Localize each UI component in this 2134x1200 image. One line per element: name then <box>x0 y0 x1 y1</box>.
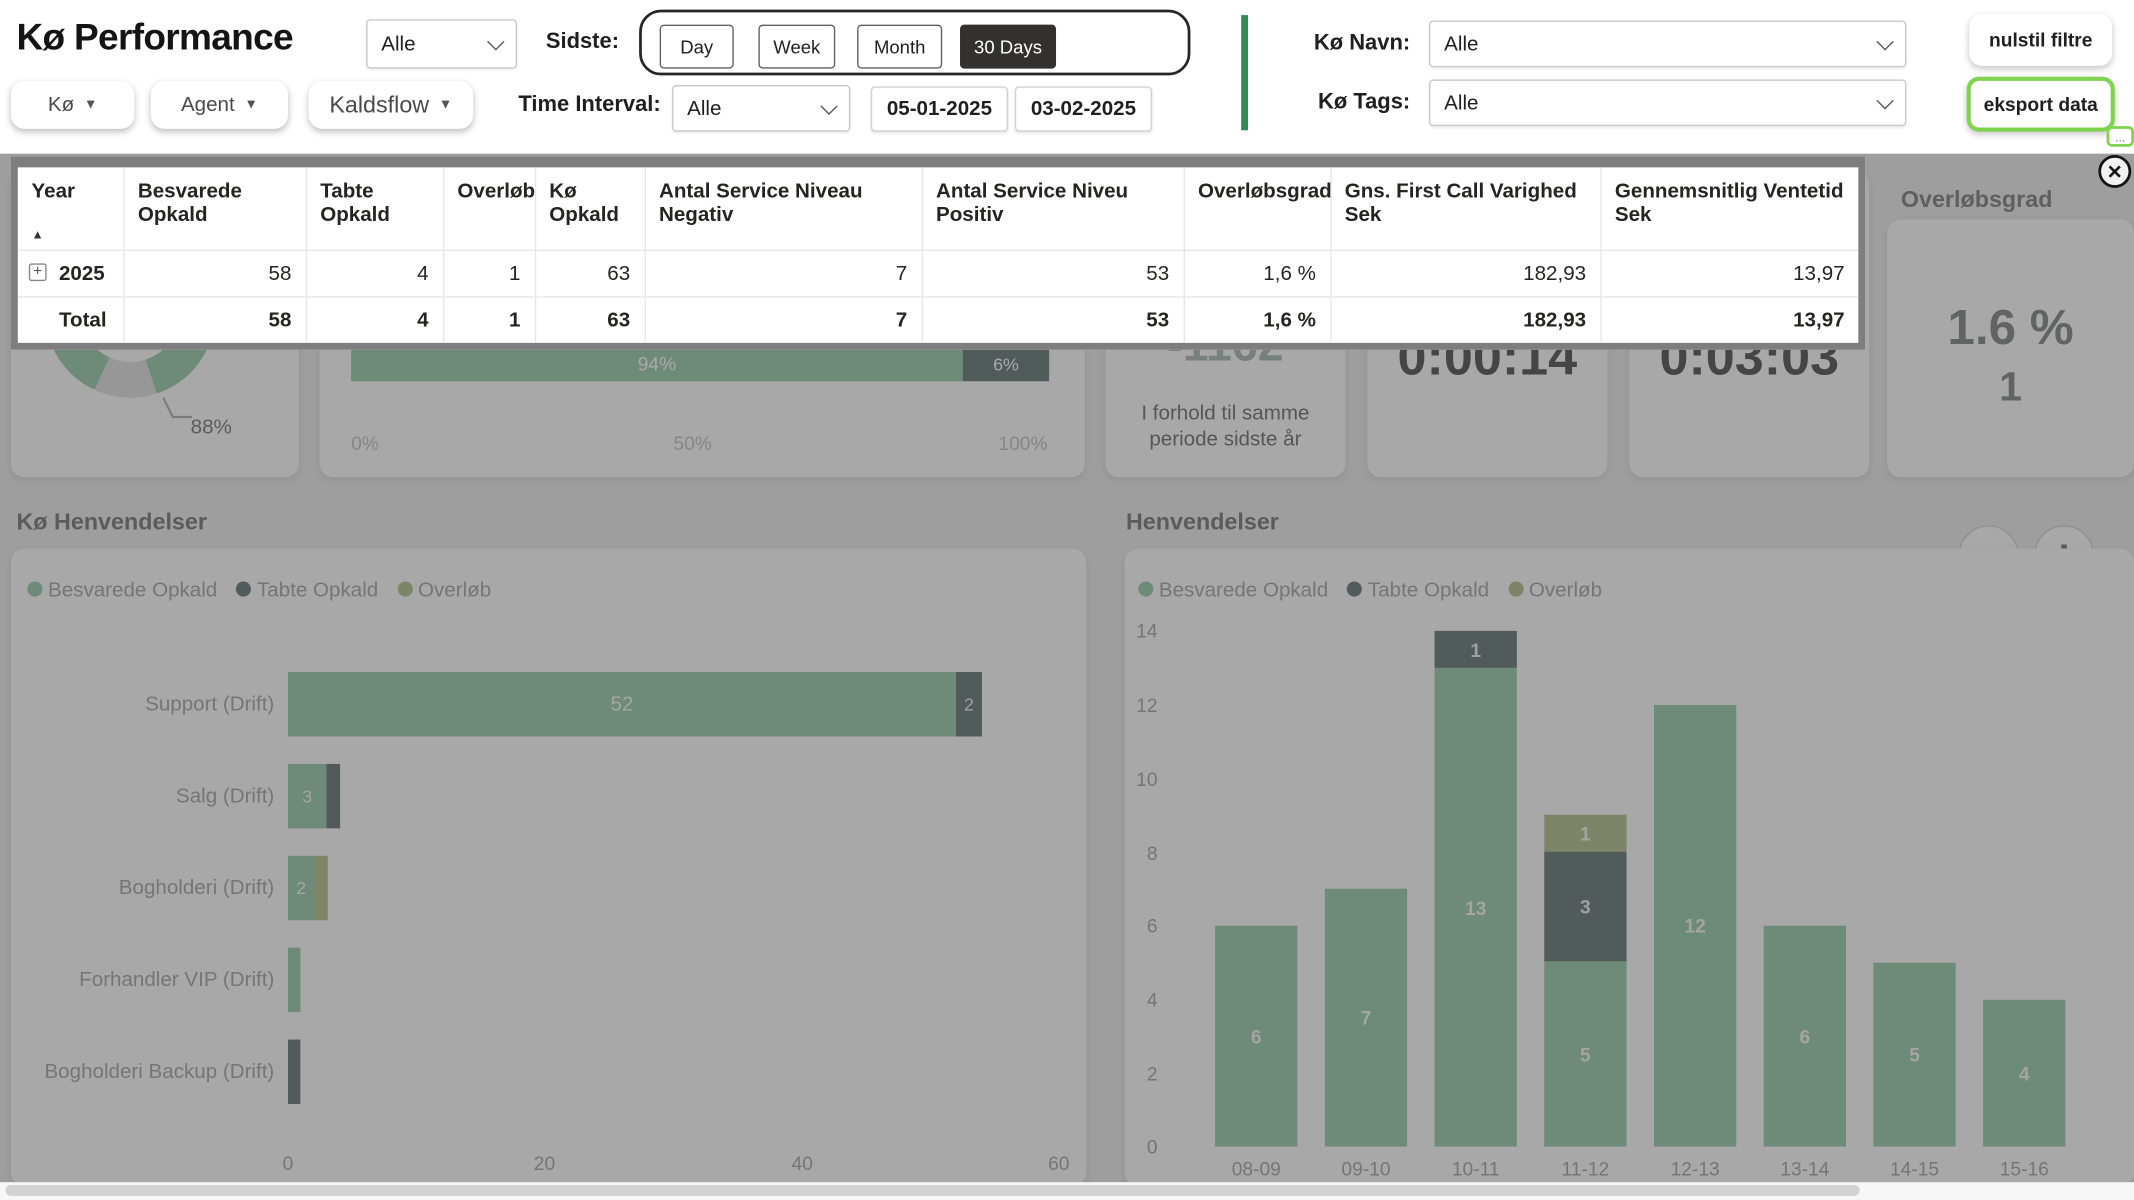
select-value: Alle <box>1444 32 1478 55</box>
cell: 4 <box>306 250 443 297</box>
cell: 182,93 <box>1330 296 1600 343</box>
period-day-button[interactable]: Day <box>660 25 734 69</box>
chevron-down-icon <box>487 32 504 49</box>
expand-icon[interactable]: + <box>29 263 47 281</box>
select-value: Alle <box>1444 91 1478 114</box>
ko-tags-label: Kø Tags: <box>1318 91 1410 116</box>
column-header-year[interactable]: Year ▲ <box>18 167 124 249</box>
column-header-ko-opkald[interactable]: Kø Opkald <box>535 167 645 249</box>
column-header-tabte[interactable]: Tabte Opkald <box>306 167 443 249</box>
cell: 7 <box>645 250 922 297</box>
header-label: Year <box>32 180 75 203</box>
dashboard-root: 88% 94% 6% 0% 50% 100% -1162 I forhold t… <box>0 0 2134 1200</box>
cell: 7 <box>645 296 922 343</box>
cell: 53 <box>922 250 1184 297</box>
cell: 1 <box>443 296 535 343</box>
table-popup: Year ▲ Besvarede Opkald Tabte Opkald Over… <box>11 156 1865 349</box>
select-value: Alle <box>381 32 415 55</box>
cell: 1 <box>443 250 535 297</box>
cell: 63 <box>535 296 645 343</box>
header: Kø Performance Alle Sidste: Day Week Mon… <box>0 0 2134 154</box>
header-divider <box>1241 15 1248 130</box>
column-header-overlob[interactable]: Overløb <box>443 167 535 249</box>
pill-label: Kø <box>48 93 74 116</box>
performance-table: Year ▲ Besvarede Opkald Tabte Opkald Over… <box>18 167 1858 343</box>
cell: 63 <box>535 250 645 297</box>
ko-tags-select[interactable]: Alle <box>1429 80 1906 127</box>
more-options-button[interactable]: ... <box>2107 126 2134 147</box>
dropdown-arrow-icon: ▼ <box>84 97 98 112</box>
column-header-service-positiv[interactable]: Antal Service Niveu Positiv <box>922 167 1184 249</box>
global-filter-select[interactable]: Alle <box>366 19 517 68</box>
ko-navn-label: Kø Navn: <box>1314 32 1410 57</box>
cell: 1,6 % <box>1184 296 1331 343</box>
time-interval-label: Time Interval: <box>518 93 660 118</box>
page-title: Kø Performance <box>16 16 292 59</box>
date-from-input[interactable]: 05-01-2025 <box>871 86 1008 131</box>
table-row-2025[interactable]: +2025 58 4 1 63 7 53 1,6 % 182,93 13,97 <box>18 250 1858 297</box>
cell: 13,97 <box>1600 296 1858 343</box>
ko-navn-select[interactable]: Alle <box>1429 21 1906 68</box>
chevron-down-icon <box>820 97 837 114</box>
kaldsflow-filter-pill[interactable]: Kaldsflow ▼ <box>309 81 474 129</box>
period-week-button[interactable]: Week <box>758 25 835 69</box>
cell: 58 <box>123 296 305 343</box>
column-header-ventetid[interactable]: Gennemsnitlig Ventetid Sek <box>1600 167 1858 249</box>
cell: 13,97 <box>1600 250 1858 297</box>
pill-label: Agent <box>181 93 235 116</box>
agent-filter-pill[interactable]: Agent ▼ <box>151 81 288 129</box>
date-to-input[interactable]: 03-02-2025 <box>1015 86 1152 131</box>
column-header-overlobsgrad[interactable]: Overløbsgrad <box>1184 167 1331 249</box>
close-icon[interactable]: ✕ <box>2098 155 2131 188</box>
column-header-first-call[interactable]: Gns. First Call Varighed Sek <box>1330 167 1600 249</box>
period-month-button[interactable]: Month <box>857 25 942 69</box>
total-label: Total <box>18 296 124 343</box>
pill-label: Kaldsflow <box>329 91 429 118</box>
sort-ascending-icon: ▲ <box>32 227 44 241</box>
period-30days-button[interactable]: 30 Days <box>960 25 1056 69</box>
period-button-group: Day Week Month 30 Days <box>639 10 1190 76</box>
export-data-button[interactable]: eksport data <box>1967 77 2115 132</box>
sidste-label: Sidste: <box>546 30 619 55</box>
chevron-down-icon <box>1876 32 1893 49</box>
reset-filters-button[interactable]: nulstil filtre <box>1969 14 2112 66</box>
horizontal-scrollbar[interactable] <box>0 1182 2134 1200</box>
year-value: 2025 <box>59 261 105 284</box>
table-row-total: Total 58 4 1 63 7 53 1,6 % 182,93 13,97 <box>18 296 1858 343</box>
cell: 58 <box>123 250 305 297</box>
select-value: Alle <box>687 97 721 120</box>
cell: 53 <box>922 296 1184 343</box>
cell: 1,6 % <box>1184 250 1331 297</box>
time-interval-select[interactable]: Alle <box>672 85 850 132</box>
dropdown-arrow-icon: ▼ <box>439 97 453 112</box>
scrollbar-thumb[interactable] <box>5 1185 1859 1196</box>
cell: 182,93 <box>1330 250 1600 297</box>
ko-filter-pill[interactable]: Kø ▼ <box>11 81 134 129</box>
dropdown-arrow-icon: ▼ <box>244 97 258 112</box>
cell: 4 <box>306 296 443 343</box>
chevron-down-icon <box>1876 91 1893 108</box>
column-header-service-negativ[interactable]: Antal Service Niveau Negativ <box>645 167 922 249</box>
column-header-besvarede[interactable]: Besvarede Opkald <box>123 167 305 249</box>
